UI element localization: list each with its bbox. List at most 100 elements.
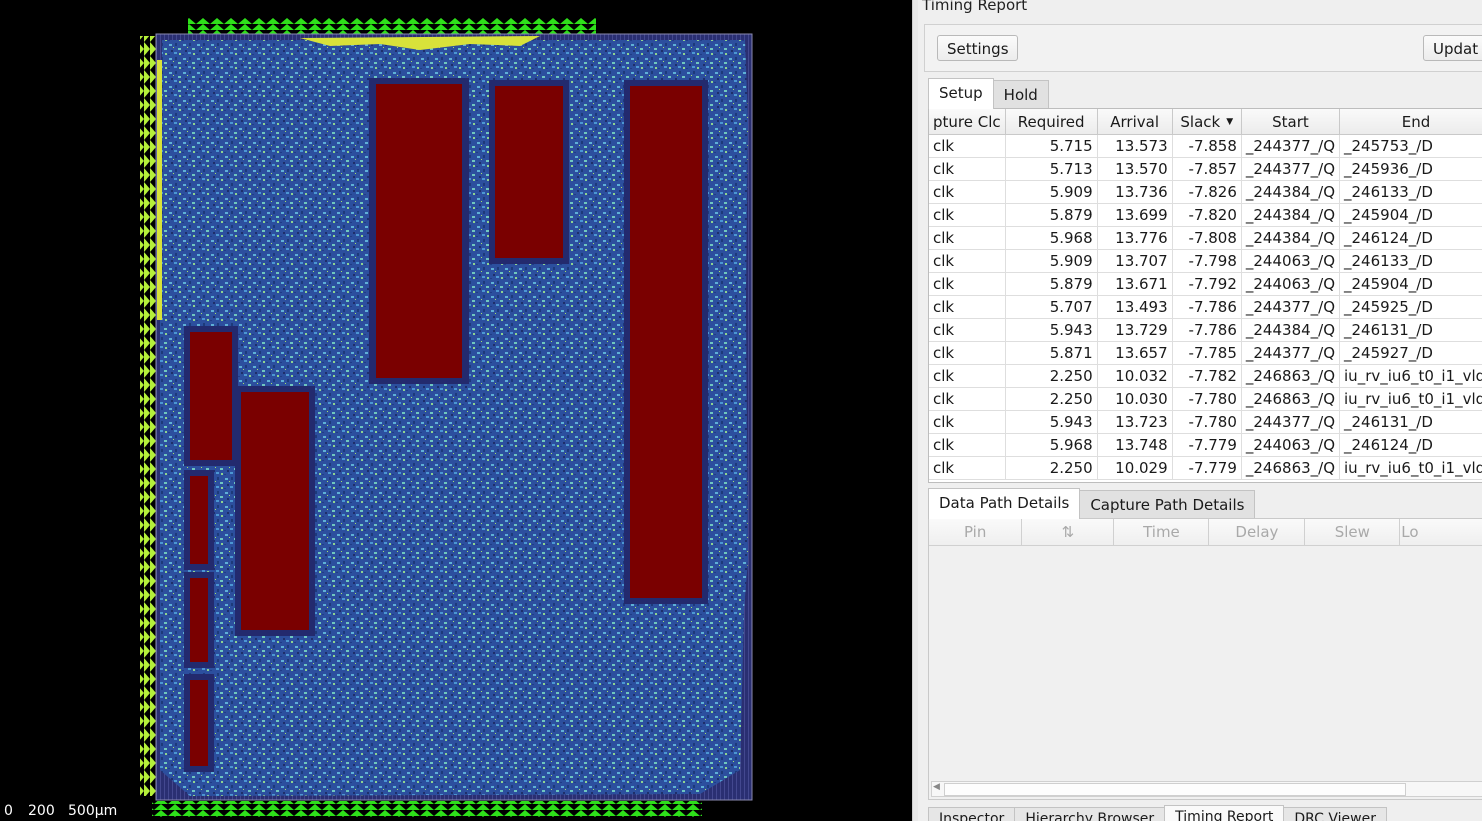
slack-cell: -7.779 <box>1172 456 1242 480</box>
slack-cell: -7.780 <box>1172 410 1242 434</box>
capture-clock-cell: clk <box>929 180 1006 204</box>
start-cell: _246863_/Q <box>1241 456 1341 480</box>
required-cell: 5.879 <box>1005 272 1098 296</box>
update-button[interactable]: Updat <box>1423 35 1482 61</box>
tab-inspector[interactable]: Inspector <box>928 807 1016 821</box>
col-slack[interactable]: Slack ▼ <box>1172 109 1242 135</box>
table-row[interactable]: clk 5.909 13.736 -7.826 _244384_/Q _246133_/D <box>929 180 1482 204</box>
col-end[interactable]: End <box>1339 109 1482 135</box>
slack-cell: -7.785 <box>1172 341 1242 365</box>
arrival-cell: 10.030 <box>1097 387 1173 411</box>
pins-left <box>140 36 156 796</box>
tab-hierarchy-browser[interactable]: Hierarchy Browser <box>1014 807 1166 821</box>
table-row[interactable]: clk 2.250 10.032 -7.782 _246863_/Q iu_rv_iu6_… <box>929 364 1482 388</box>
hotspot-left <box>157 60 162 320</box>
required-cell: 2.250 <box>1005 364 1098 388</box>
table-row[interactable]: clk 2.250 10.030 -7.780 _246863_/Q iu_rv_iu6_… <box>929 387 1482 411</box>
start-cell: _244063_/Q <box>1241 249 1341 273</box>
layout-viewer[interactable]: 0 200 500μm <box>0 0 912 821</box>
slack-cell: -7.786 <box>1172 318 1242 342</box>
start-cell: _246863_/Q <box>1241 387 1341 411</box>
required-cell: 5.909 <box>1005 180 1098 204</box>
scrollbar-thumb[interactable] <box>944 783 1406 796</box>
arrival-cell: 13.748 <box>1097 433 1173 457</box>
scale-bar: 0 200 500μm <box>0 799 180 821</box>
col-capture-clock[interactable]: pture Clc <box>929 109 1006 135</box>
col-pin[interactable]: Pin <box>929 519 1023 546</box>
col-delay[interactable]: Delay <box>1208 519 1306 546</box>
end-cell: _245936_/D <box>1339 157 1482 181</box>
end-cell: _245904_/D <box>1339 272 1482 296</box>
end-cell: _245925_/D <box>1339 295 1482 319</box>
arrival-cell: 10.032 <box>1097 364 1173 388</box>
table-row[interactable]: clk 5.715 13.573 -7.858 _244377_/Q _245753_/D <box>929 134 1482 158</box>
col-slew[interactable]: Slew <box>1304 519 1401 546</box>
scroll-left-icon[interactable]: ◀ <box>933 782 940 792</box>
required-cell: 5.943 <box>1005 410 1098 434</box>
capture-clock-cell: clk <box>929 318 1006 342</box>
table-row[interactable]: clk 5.909 13.707 -7.798 _244063_/Q _246133_/D <box>929 249 1482 273</box>
table-header: pture Clc Required Arrival Slack ▼ Start … <box>929 109 1482 135</box>
arrival-cell: 13.493 <box>1097 295 1173 319</box>
arrival-cell: 13.776 <box>1097 226 1173 250</box>
table-row[interactable]: clk 5.968 13.748 -7.779 _244063_/Q _246124_/D <box>929 433 1482 457</box>
end-cell: iu_rv_iu6_t0_i1_vld <box>1339 364 1482 388</box>
path-details-table[interactable]: Pin ⇅ Time Delay Slew Lo ◀ <box>928 518 1482 800</box>
required-cell: 5.871 <box>1005 341 1098 365</box>
capture-clock-cell: clk <box>929 157 1006 181</box>
tab-setup[interactable]: Setup <box>928 78 994 109</box>
end-cell: _246124_/D <box>1339 433 1482 457</box>
tab-capture-path-details[interactable]: Capture Path Details <box>1079 490 1256 519</box>
tab-hold[interactable]: Hold <box>992 80 1049 109</box>
col-arrival[interactable]: Arrival <box>1097 109 1173 135</box>
dock-tabs: Inspector Hierarchy Browser Timing Repor… <box>928 805 1387 821</box>
col-load[interactable]: Lo <box>1399 519 1482 546</box>
required-cell: 5.715 <box>1005 134 1098 158</box>
table-row[interactable]: clk 2.250 10.029 -7.779 _246863_/Q iu_rv_iu6_… <box>929 456 1482 480</box>
col-required[interactable]: Required <box>1005 109 1098 135</box>
slack-cell: -7.808 <box>1172 226 1242 250</box>
table-row[interactable]: clk 5.943 13.729 -7.786 _244384_/Q _246131_/D <box>929 318 1482 342</box>
start-cell: _244377_/Q <box>1241 134 1341 158</box>
horizontal-scrollbar[interactable]: ◀ <box>931 781 1482 797</box>
start-cell: _246863_/Q <box>1241 364 1341 388</box>
start-cell: _244377_/Q <box>1241 410 1341 434</box>
settings-button[interactable]: Settings <box>937 35 1018 61</box>
end-cell: _246133_/D <box>1339 249 1482 273</box>
end-cell: _245927_/D <box>1339 341 1482 365</box>
capture-clock-cell: clk <box>929 433 1006 457</box>
col-start[interactable]: Start <box>1241 109 1341 135</box>
table-row[interactable]: clk 5.707 13.493 -7.786 _244377_/Q _245925_/D <box>929 295 1482 319</box>
end-cell: _246131_/D <box>1339 318 1482 342</box>
timing-paths-table[interactable]: pture Clc Required Arrival Slack ▼ Start … <box>928 108 1482 483</box>
tab-drc-viewer[interactable]: DRC Viewer <box>1283 807 1387 821</box>
slack-cell: -7.858 <box>1172 134 1242 158</box>
end-cell: _246131_/D <box>1339 410 1482 434</box>
col-time[interactable]: Time <box>1113 519 1210 546</box>
table-row[interactable]: clk 5.879 13.671 -7.792 _244063_/Q _245904_/D <box>929 272 1482 296</box>
table-row[interactable]: clk 5.871 13.657 -7.785 _244377_/Q _245927_/D <box>929 341 1482 365</box>
tab-timing-report[interactable]: Timing Report <box>1164 805 1285 821</box>
table-row[interactable]: clk 5.968 13.776 -7.808 _244384_/Q _246124_/D <box>929 226 1482 250</box>
arrival-cell: 13.736 <box>1097 180 1173 204</box>
table-row[interactable]: clk 5.879 13.699 -7.820 _244384_/Q _245904_/D <box>929 203 1482 227</box>
required-cell: 5.943 <box>1005 318 1098 342</box>
table-row[interactable]: clk 5.943 13.723 -7.780 _244377_/Q _246131_/D <box>929 410 1482 434</box>
die-heatmap[interactable] <box>0 0 912 821</box>
end-cell: _246133_/D <box>1339 180 1482 204</box>
col-rise-fall-icon[interactable]: ⇅ <box>1021 519 1115 546</box>
slack-cell: -7.792 <box>1172 272 1242 296</box>
detail-header: Pin ⇅ Time Delay Slew Lo <box>929 519 1482 546</box>
end-cell: _245904_/D <box>1339 203 1482 227</box>
scale-label-zero: 0 <box>4 803 13 819</box>
start-cell: _244063_/Q <box>1241 272 1341 296</box>
tab-data-path-details[interactable]: Data Path Details <box>928 488 1081 519</box>
timing-report-panel: Timing Report Settings Updat Setup Hold … <box>918 0 1482 821</box>
arrival-cell: 13.729 <box>1097 318 1173 342</box>
table-row[interactable]: clk 5.713 13.570 -7.857 _244377_/Q _245936_/D <box>929 157 1482 181</box>
arrival-cell: 13.570 <box>1097 157 1173 181</box>
required-cell: 5.968 <box>1005 433 1098 457</box>
start-cell: _244377_/Q <box>1241 157 1341 181</box>
capture-clock-cell: clk <box>929 295 1006 319</box>
capture-clock-cell: clk <box>929 226 1006 250</box>
